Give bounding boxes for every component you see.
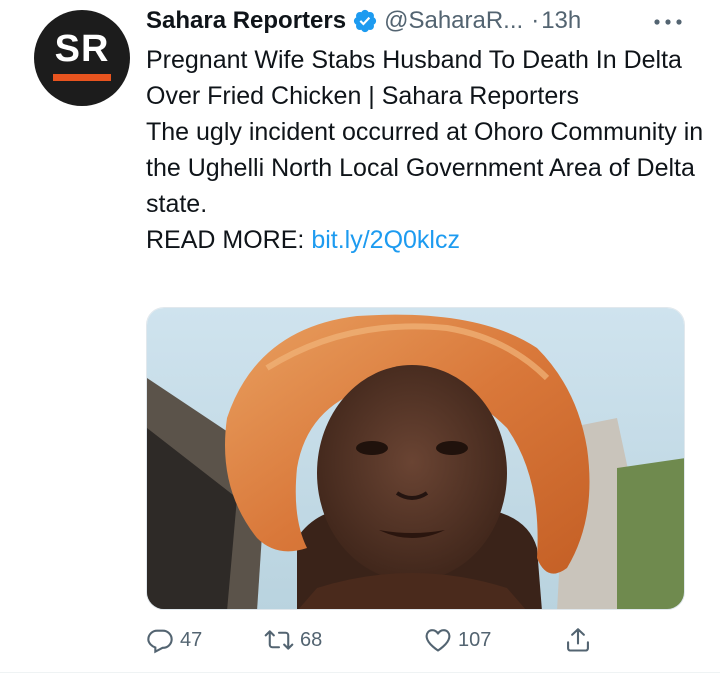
action-bar: 47 68 107 [146,622,686,658]
share-button[interactable] [564,622,592,658]
display-name[interactable]: Sahara Reporters [146,7,346,35]
tweet-headline: Pregnant Wife Stabs Husband To Death In … [146,46,682,110]
divider [0,672,720,673]
retweet-count: 68 [300,628,323,651]
avatar[interactable]: SR [34,10,130,106]
handle[interactable]: @SaharaR... [384,7,523,35]
read-more-line: READ MORE: bit.ly/2Q0klcz [146,222,706,258]
verified-badge-icon [352,8,378,34]
share-icon [564,626,592,654]
reply-button[interactable]: 47 [146,622,202,658]
tweet-link[interactable]: bit.ly/2Q0klcz [311,226,460,254]
read-more-label: READ MORE: [146,226,305,254]
retweet-icon [264,626,294,654]
timestamp[interactable]: 13h [541,7,581,35]
more-options-icon[interactable] [650,12,686,32]
tweet-body: The ugly incident occurred at Ohoro Comm… [146,118,704,218]
reply-count: 47 [180,628,203,651]
like-count: 107 [458,628,492,651]
retweet-button[interactable]: 68 [264,622,322,658]
avatar-logo-bar [53,73,111,81]
like-button[interactable]: 107 [424,622,491,658]
tweet[interactable]: SR Sahara Reporters @SaharaR... · 13h Pr… [0,0,720,677]
tweet-header: Sahara Reporters @SaharaR... · 13h [146,4,581,38]
avatar-initials: SR [54,27,110,70]
tweet-text: Pregnant Wife Stabs Husband To Death In … [146,42,706,258]
tweet-image[interactable] [146,307,685,610]
reply-icon [146,626,174,654]
separator-dot: · [531,7,540,34]
heart-icon [424,626,452,654]
